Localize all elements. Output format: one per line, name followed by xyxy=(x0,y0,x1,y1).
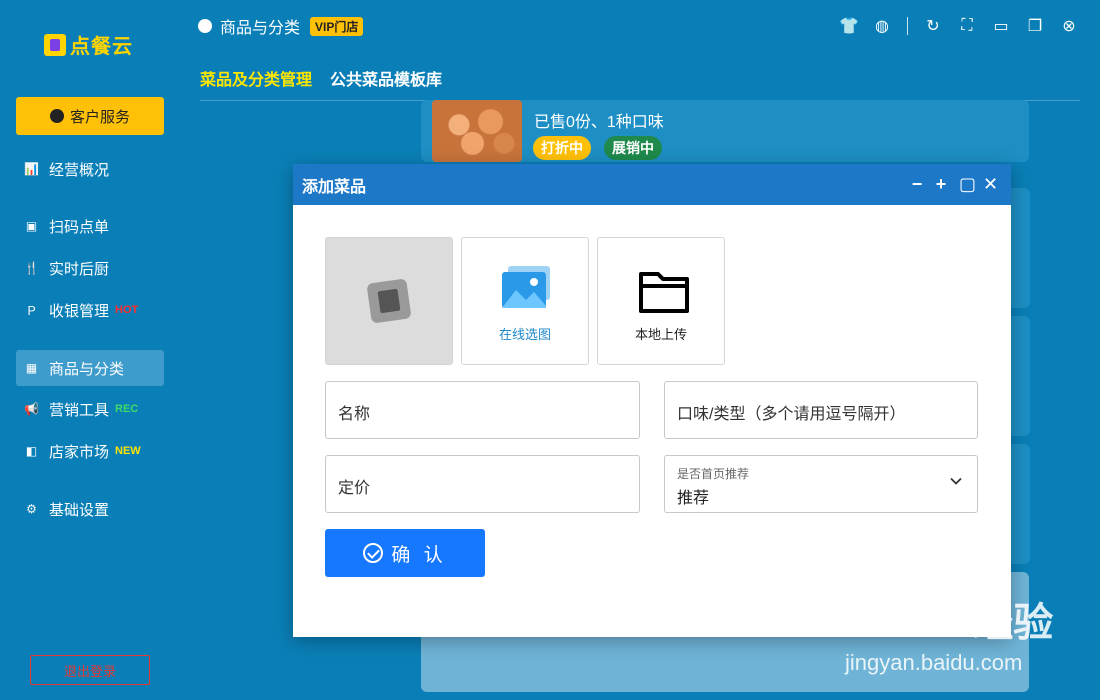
add-dish-dialog: 添加菜品 − + ▢ ✕ 在线选图 本地上传 名称 口味/类型（多个请用逗号隔开… xyxy=(293,164,1011,637)
restore-icon[interactable]: ❐ xyxy=(1026,16,1044,36)
watermark-logo: Baidu经验 xyxy=(845,600,1054,646)
watermark-url: jingyan.baidu.com xyxy=(845,650,1023,675)
sidebar-item-label: 店家市场 xyxy=(49,443,110,461)
close-icon[interactable]: ⊗ xyxy=(1060,16,1078,36)
sidebar-item-overview[interactable]: 📊 经营概况 xyxy=(16,151,164,187)
chart-icon: 📊 xyxy=(24,162,39,176)
shirt-icon[interactable]: 👕 xyxy=(839,16,859,36)
confirm-label: 确 认 xyxy=(391,544,447,566)
name-input[interactable]: 名称 xyxy=(325,381,640,439)
sidebar-item-market[interactable]: ◧ 店家市场 NEW xyxy=(16,433,164,469)
confirm-button[interactable]: 确 认 xyxy=(325,529,485,577)
customer-service-button[interactable]: 客户服务 xyxy=(16,97,164,135)
sidebar-item-marketing[interactable]: 📢 营销工具 REC xyxy=(16,391,164,427)
paypal-icon: Ｐ xyxy=(25,303,38,318)
sidebar-item-products[interactable]: ▦ 商品与分类 xyxy=(16,350,164,386)
close-icon[interactable]: ✕ xyxy=(983,174,998,195)
product-image xyxy=(432,100,522,162)
fullscreen-icon[interactable]: ⛶ xyxy=(958,17,976,35)
price-input[interactable]: 定价 xyxy=(325,455,640,513)
logo-text: 点餐云 xyxy=(70,36,133,58)
page-title-bar: 商品与分类 VIP门店 xyxy=(198,14,364,38)
online-select-label: 在线选图 xyxy=(498,327,551,342)
recommend-select[interactable]: 是否首页推荐 推荐 xyxy=(664,455,978,513)
globe-icon xyxy=(49,109,64,123)
rec-tag: REC xyxy=(115,403,139,415)
sidebar-item-kitchen[interactable]: 🍴 实时后厨 xyxy=(16,250,164,286)
sidebar-item-settings[interactable]: ⚙ 基础设置 xyxy=(16,491,164,527)
dialog-title: 添加菜品 xyxy=(302,178,367,196)
local-upload-label: 本地上传 xyxy=(634,327,687,342)
local-upload-button[interactable]: 本地上传 xyxy=(597,237,725,365)
name-placeholder: 名称 xyxy=(338,406,371,423)
sidebar-item-scan-order[interactable]: ▣ 扫码点单 xyxy=(16,208,164,244)
cutlery-icon: 🍴 xyxy=(24,261,39,275)
discount-badge: 打折中 xyxy=(533,136,591,160)
sidebar-item-label: 营销工具 xyxy=(49,401,110,419)
sidebar-item-label: 扫码点单 xyxy=(49,218,110,236)
globe-icon[interactable]: ◍ xyxy=(873,16,891,36)
product-sold-text: 已售0份、1种口味 xyxy=(534,114,664,131)
check-circle-icon xyxy=(363,543,384,563)
taste-placeholder: 口味/类型（多个请用逗号隔开） xyxy=(677,406,906,423)
folder-icon xyxy=(639,272,689,313)
tab-dish-management[interactable]: 菜品及分类管理 xyxy=(200,66,312,90)
logo-icon xyxy=(44,33,66,56)
sidebar-item-label: 经营概况 xyxy=(49,161,110,179)
dialog-controls: − + ▢ ✕ xyxy=(911,164,998,205)
scan-icon: ▣ xyxy=(25,219,38,233)
logout-button[interactable]: 退出登录 xyxy=(30,655,150,685)
app-logo[interactable]: 点餐云 xyxy=(44,30,133,59)
grid-icon: ▦ xyxy=(25,361,38,375)
minimize-icon[interactable]: − xyxy=(911,174,923,195)
maximize-icon[interactable]: ▢ xyxy=(959,174,976,195)
promo-badge: 展销中 xyxy=(604,136,662,160)
tab-bar: 菜品及分类管理 公共菜品模板库 xyxy=(200,66,442,90)
sidebar-item-label: 收银管理 xyxy=(49,302,110,320)
market-icon: ◧ xyxy=(25,444,38,458)
page-title: 商品与分类 xyxy=(220,20,301,37)
gears-icon: ⚙ xyxy=(26,502,37,516)
divider xyxy=(907,17,908,35)
globe-icon xyxy=(198,19,212,33)
picture-icon xyxy=(502,266,550,308)
vip-badge: VIP门店 xyxy=(310,16,364,36)
window-controls: 👕 ◍ ↻ ⛶ ▭ ❐ ⊗ xyxy=(839,16,1078,36)
dialog-header: 添加菜品 − + ▢ ✕ xyxy=(293,164,1011,205)
taste-input[interactable]: 口味/类型（多个请用逗号隔开） xyxy=(664,381,978,439)
refresh-icon[interactable]: ↻ xyxy=(924,16,942,36)
plus-icon[interactable]: + xyxy=(935,174,947,195)
sidebar-item-cashier[interactable]: Ｐ 收银管理 HOT xyxy=(16,292,164,328)
hot-tag: HOT xyxy=(115,304,139,316)
customer-service-label: 客户服务 xyxy=(69,108,130,126)
image-preview xyxy=(325,237,453,365)
sidebar-item-label: 基础设置 xyxy=(49,501,110,519)
recommend-label: 是否首页推荐 xyxy=(677,467,750,481)
new-tag: NEW xyxy=(115,445,141,457)
minimize-icon[interactable]: ▭ xyxy=(992,16,1010,36)
tab-template-library[interactable]: 公共菜品模板库 xyxy=(330,66,442,90)
placeholder-image-icon xyxy=(366,278,412,324)
recommend-value: 推荐 xyxy=(677,490,710,507)
chevron-down-icon xyxy=(950,477,962,485)
price-placeholder: 定价 xyxy=(338,480,371,497)
sidebar-item-label: 实时后厨 xyxy=(49,260,110,278)
sidebar-item-label: 商品与分类 xyxy=(49,360,125,378)
sidebar: 点餐云 客户服务 📊 经营概况 ▣ 扫码点单 🍴 实时后厨 Ｐ 收银管理 HOT… xyxy=(0,0,180,700)
megaphone-icon: 📢 xyxy=(24,402,39,416)
online-select-button[interactable]: 在线选图 xyxy=(461,237,589,365)
